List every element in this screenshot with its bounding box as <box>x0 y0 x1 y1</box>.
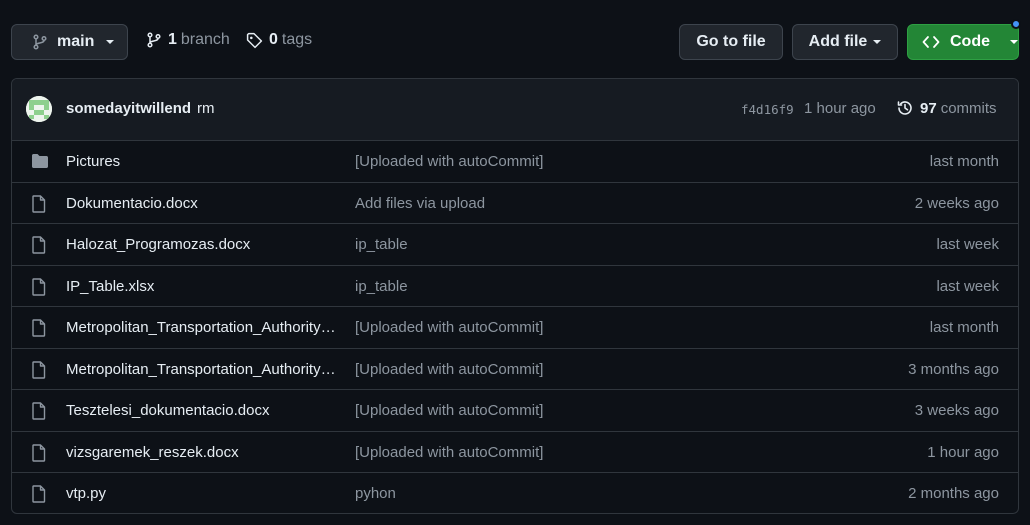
go-to-file-label: Go to file <box>696 33 766 50</box>
chevron-down-icon <box>106 40 115 44</box>
add-file-label: Add file <box>808 33 868 50</box>
commit-message[interactable]: rm <box>197 100 215 117</box>
git-branch-icon <box>33 34 47 50</box>
go-to-file-button[interactable]: Go to file <box>679 24 783 60</box>
branches-count: 1 <box>168 31 177 48</box>
notification-dot <box>1011 19 1021 29</box>
code-icon <box>922 36 940 48</box>
history-icon <box>897 101 912 115</box>
repo-toolbar: main 1 branch 0 tags Go to file Add file… <box>0 0 1030 84</box>
file-commit-message[interactable]: [Uploaded with autoCommit] <box>355 402 543 419</box>
file-commit-time: last week <box>936 236 999 253</box>
commits-history-link[interactable]: 97 commits <box>896 99 997 117</box>
file-icon <box>32 360 46 379</box>
file-commit-message[interactable]: ip_table <box>355 236 408 253</box>
latest-commit-bar: somedayitwillend rm f4d16f9 1 hour ago 9… <box>12 79 1018 141</box>
branches-label: branch <box>180 31 230 48</box>
file-icon <box>32 236 46 254</box>
file-commit-message[interactable]: Add files via upload <box>355 195 485 212</box>
file-row[interactable]: Dokumentacio.docx Add files via upload 2… <box>12 183 1018 224</box>
file-commit-time: 1 hour ago <box>927 443 999 461</box>
file-row-pictures[interactable]: Pictures [Uploaded with autoCommit] last… <box>12 141 1018 183</box>
commits-count: 97 <box>920 99 937 117</box>
file-name[interactable]: vizsgaremek_reszek.docx <box>66 444 338 461</box>
file-commit-message[interactable]: pyhon <box>355 485 396 502</box>
file-name[interactable]: Dokumentacio.docx <box>66 195 338 212</box>
commit-time: 1 hour ago <box>804 100 876 117</box>
branches-link[interactable]: 1 branch <box>146 31 230 49</box>
file-name[interactable]: vtp.py <box>66 485 338 502</box>
file-row[interactable]: IP_Table.xlsx ip_table last week <box>12 266 1018 307</box>
file-commit-message[interactable]: [Uploaded with autoCommit] <box>355 361 543 378</box>
file-commit-time: 2 weeks ago <box>914 194 999 212</box>
commits-label: commits <box>940 99 997 117</box>
commit-sha[interactable]: f4d16f9 <box>741 102 794 117</box>
file-icon <box>32 319 46 337</box>
file-list: Pictures [Uploaded with autoCommit] last… <box>12 141 1018 513</box>
file-commit-message[interactable]: [Uploaded with autoCommit] <box>355 153 543 170</box>
file-name[interactable]: Metropolitan_Transportation_Authority… <box>66 319 338 336</box>
file-row[interactable]: Metropolitan_Transportation_Authority… [… <box>12 349 1018 390</box>
file-row[interactable]: Halozat_Programozas.docx ip_table last w… <box>12 224 1018 266</box>
file-name[interactable]: Halozat_Programozas.docx <box>66 236 338 253</box>
file-name[interactable]: Pictures <box>66 153 338 170</box>
file-commit-time: 2 months ago <box>908 485 999 502</box>
file-icon <box>32 277 46 296</box>
tags-label: tags <box>281 31 313 48</box>
code-label: Code <box>950 33 990 50</box>
file-icon <box>32 194 46 213</box>
file-commit-time: 3 months ago <box>908 360 999 378</box>
chevron-down-icon <box>1010 40 1018 44</box>
tags-link[interactable]: 0 tags <box>246 31 312 49</box>
file-commit-time: 3 weeks ago <box>914 402 999 419</box>
file-browser: somedayitwillend rm f4d16f9 1 hour ago 9… <box>11 78 1019 514</box>
file-name[interactable]: Metropolitan_Transportation_Authority… <box>66 361 338 378</box>
file-name[interactable]: Tesztelesi_dokumentacio.docx <box>66 402 338 419</box>
chevron-down-icon <box>873 40 882 44</box>
file-row[interactable]: Metropolitan_Transportation_Authority… [… <box>12 307 1018 349</box>
file-commit-time: last month <box>929 319 999 336</box>
file-icon <box>32 485 46 503</box>
tag-icon <box>246 32 263 48</box>
folder-icon <box>32 154 48 168</box>
git-branch-icon <box>147 32 161 48</box>
file-row[interactable]: vizsgaremek_reszek.docx [Uploaded with a… <box>12 432 1018 473</box>
file-commit-message[interactable]: [Uploaded with autoCommit] <box>355 319 543 336</box>
file-icon <box>32 443 46 462</box>
avatar[interactable] <box>26 96 52 122</box>
file-commit-time: last week <box>936 277 999 295</box>
file-row[interactable]: Tesztelesi_dokumentacio.docx [Uploaded w… <box>12 390 1018 432</box>
file-commit-message[interactable]: [Uploaded with autoCommit] <box>355 444 543 461</box>
tags-count: 0 <box>269 31 278 48</box>
code-button[interactable]: Code <box>907 24 1019 60</box>
file-name[interactable]: IP_Table.xlsx <box>66 278 338 295</box>
file-icon <box>32 402 46 420</box>
branch-select-button[interactable]: main <box>11 24 128 60</box>
file-row[interactable]: vtp.py pyhon 2 months ago <box>12 473 1018 513</box>
add-file-button[interactable]: Add file <box>792 24 898 60</box>
branch-name: main <box>57 33 95 50</box>
file-commit-message[interactable]: ip_table <box>355 278 408 295</box>
commit-author[interactable]: somedayitwillend <box>66 100 191 117</box>
file-commit-time: last month <box>929 153 999 170</box>
